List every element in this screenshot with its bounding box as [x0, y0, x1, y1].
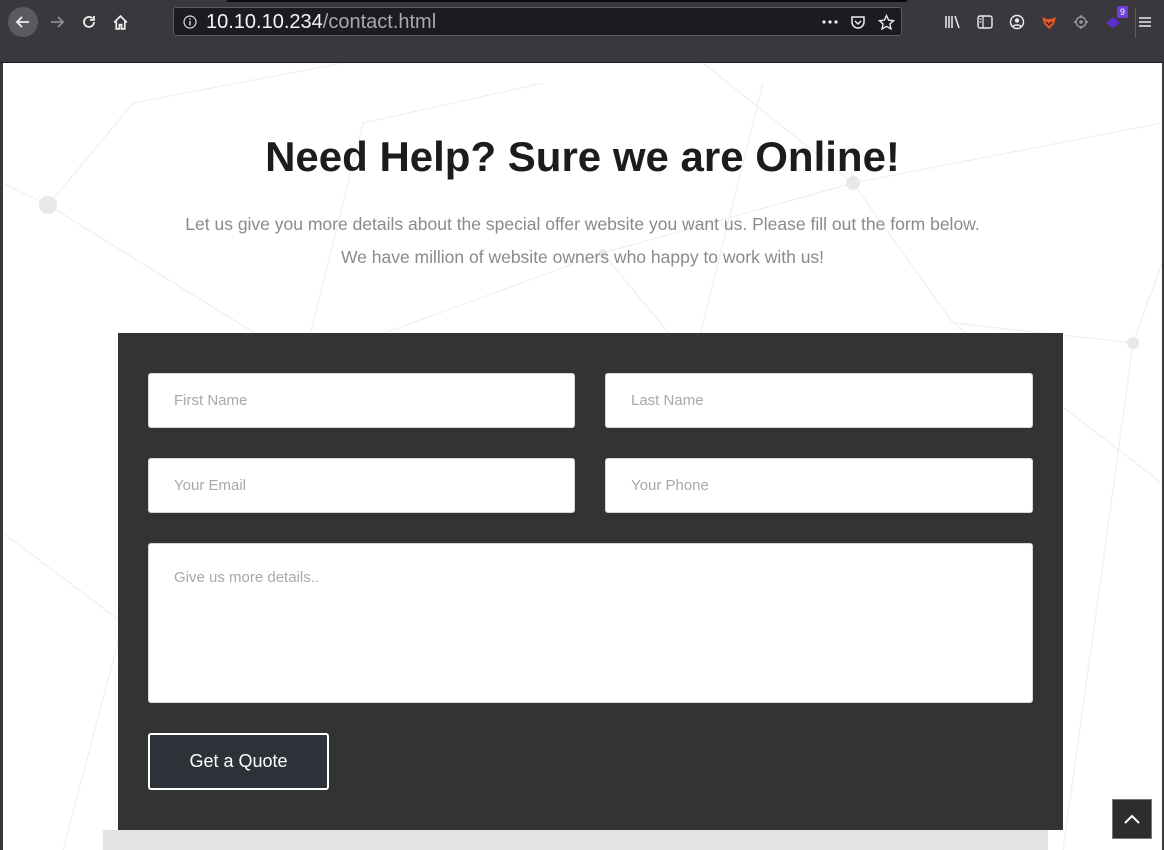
get-quote-button[interactable]: Get a Quote: [148, 733, 329, 790]
subtitle-line-1: Let us give you more details about the s…: [185, 214, 980, 234]
home-button[interactable]: [105, 7, 135, 37]
arrow-left-icon: [15, 16, 29, 28]
account-icon[interactable]: [1008, 10, 1026, 34]
menu-hamburger-icon[interactable]: [1136, 10, 1154, 34]
reload-icon: [83, 16, 95, 28]
extension-badge: 9: [1116, 6, 1128, 18]
extension-purple-icon[interactable]: 9: [1104, 6, 1128, 34]
sidebar-icon[interactable]: [976, 10, 994, 34]
chevron-up-icon: [1124, 814, 1140, 824]
url-text[interactable]: 10.10.10.234/contact.html: [206, 11, 436, 34]
phone-input[interactable]: [605, 458, 1033, 513]
library-icon[interactable]: [944, 10, 962, 34]
footer-strip: [103, 830, 1048, 850]
active-tab-indicator: [227, 0, 907, 2]
first-name-input[interactable]: [148, 373, 575, 428]
scroll-to-top-button[interactable]: [1112, 799, 1152, 839]
back-button[interactable]: [8, 7, 38, 37]
subtitle-line-2: We have million of website owners who ha…: [340, 247, 825, 267]
toolbar-separator: [1135, 8, 1136, 38]
arrow-right-icon: [51, 16, 65, 28]
details-textarea[interactable]: [148, 543, 1033, 703]
page-subtitle: Let us give you more details about the s…: [3, 208, 1162, 274]
address-bar[interactable]: 10.10.10.234/contact.html: [173, 7, 902, 36]
browser-toolbar: 10.10.10.234/contact.html 9: [0, 0, 1164, 46]
email-input[interactable]: [148, 458, 575, 513]
toolbar-bottom-strip: [0, 46, 1164, 63]
web-page: Need Help? Sure we are Online! Let us gi…: [3, 63, 1162, 850]
home-icon: [113, 14, 127, 30]
bookmark-star-icon[interactable]: [877, 12, 895, 32]
reload-button[interactable]: [74, 7, 104, 37]
page-actions-icon[interactable]: [821, 12, 839, 32]
page-heading: Need Help? Sure we are Online!: [265, 133, 900, 180]
site-info-icon[interactable]: [183, 15, 197, 29]
last-name-input[interactable]: [605, 373, 1033, 428]
pocket-icon[interactable]: [849, 12, 867, 32]
forward-button[interactable]: [42, 7, 72, 37]
url-host: 10.10.10.234: [206, 11, 323, 33]
extension-fox-icon[interactable]: [1040, 10, 1058, 34]
extension-gear-icon[interactable]: [1072, 10, 1090, 34]
contact-form: Get a Quote: [118, 333, 1063, 830]
url-path: /contact.html: [322, 11, 437, 33]
